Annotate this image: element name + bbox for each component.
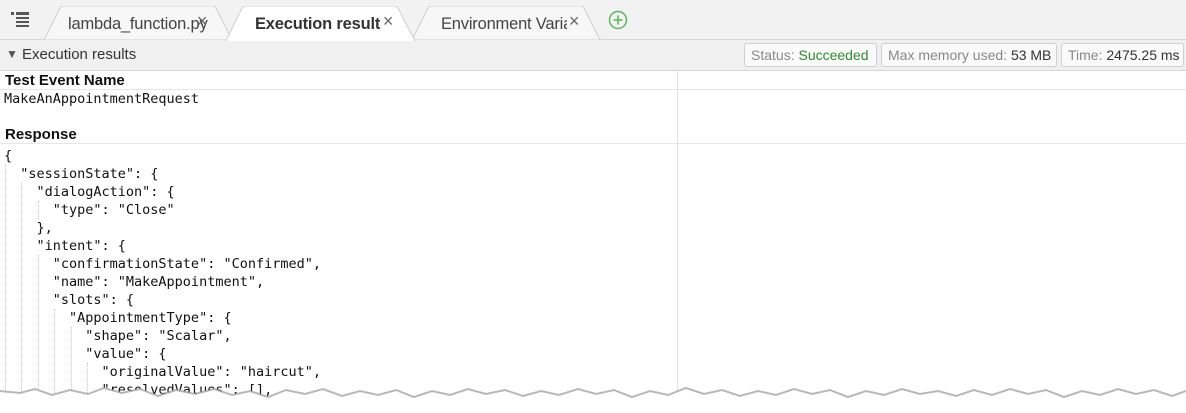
code-line: "intent": { (4, 238, 126, 254)
column-divider (677, 71, 678, 413)
code-line: "originalValue": "haircut", (4, 364, 321, 380)
close-icon[interactable]: × (567, 11, 581, 32)
code-line: "shape": "Scalar", (4, 328, 232, 344)
code-line: }, (4, 220, 53, 236)
code-line: "dialogAction": { (4, 184, 175, 200)
add-tab-icon[interactable] (608, 10, 628, 30)
code-line: "name": "MakeAppointment", (4, 274, 265, 290)
divider (0, 89, 1186, 90)
status-label: Status: (751, 47, 795, 63)
time-badge: Time: 2475.25 ms (1061, 43, 1184, 67)
time-label: Time: (1068, 47, 1103, 63)
code-line: "type": "Close" (4, 202, 175, 218)
code-line: "value": { (4, 346, 167, 362)
tab-environment-variables[interactable]: Environment Variables × (412, 6, 602, 40)
memory-value: 53 MB (1010, 47, 1052, 63)
response-heading: Response (5, 126, 77, 143)
results-content: Test Event Name MakeAnAppointmentRequest… (0, 71, 1186, 413)
execution-results-header: ▼ Execution results Status: Succeeded Ma… (0, 40, 1186, 71)
code-line: "sessionState": { (4, 166, 159, 182)
memory-badge: Max memory used: 53 MB (881, 43, 1057, 67)
tab-lambda-function[interactable]: lambda_function.py × (44, 6, 240, 40)
status-badge: Status: Succeeded (744, 43, 877, 67)
divider (0, 143, 1186, 144)
test-event-name: MakeAnAppointmentRequest (4, 91, 200, 107)
list-menu-icon[interactable] (8, 8, 32, 30)
tab-execution-results[interactable]: Execution results × (226, 6, 416, 41)
code-line: "AppointmentType": { (4, 310, 232, 326)
code-line: "confirmationState": "Confirmed", (4, 256, 321, 272)
editor-tab-bar: lambda_function.py × Environment Variabl… (0, 0, 1186, 41)
tab-label: lambda_function.py (68, 15, 208, 33)
tab-label: Execution results (255, 15, 380, 33)
results-title[interactable]: Execution results (22, 46, 136, 63)
test-event-heading: Test Event Name (5, 72, 125, 89)
memory-label: Max memory used: (888, 47, 1008, 63)
tab-label: Environment Variables (441, 15, 567, 33)
close-icon[interactable]: × (195, 11, 209, 32)
collapse-toggle-icon[interactable]: ▼ (6, 47, 18, 61)
code-line: "slots": { (4, 292, 135, 308)
code-line: { (4, 148, 13, 164)
time-value: 2475.25 ms (1106, 47, 1180, 63)
close-icon[interactable]: × (381, 11, 395, 32)
code-line: "resolvedValues": [], (4, 382, 273, 398)
status-value: Succeeded (798, 47, 869, 63)
